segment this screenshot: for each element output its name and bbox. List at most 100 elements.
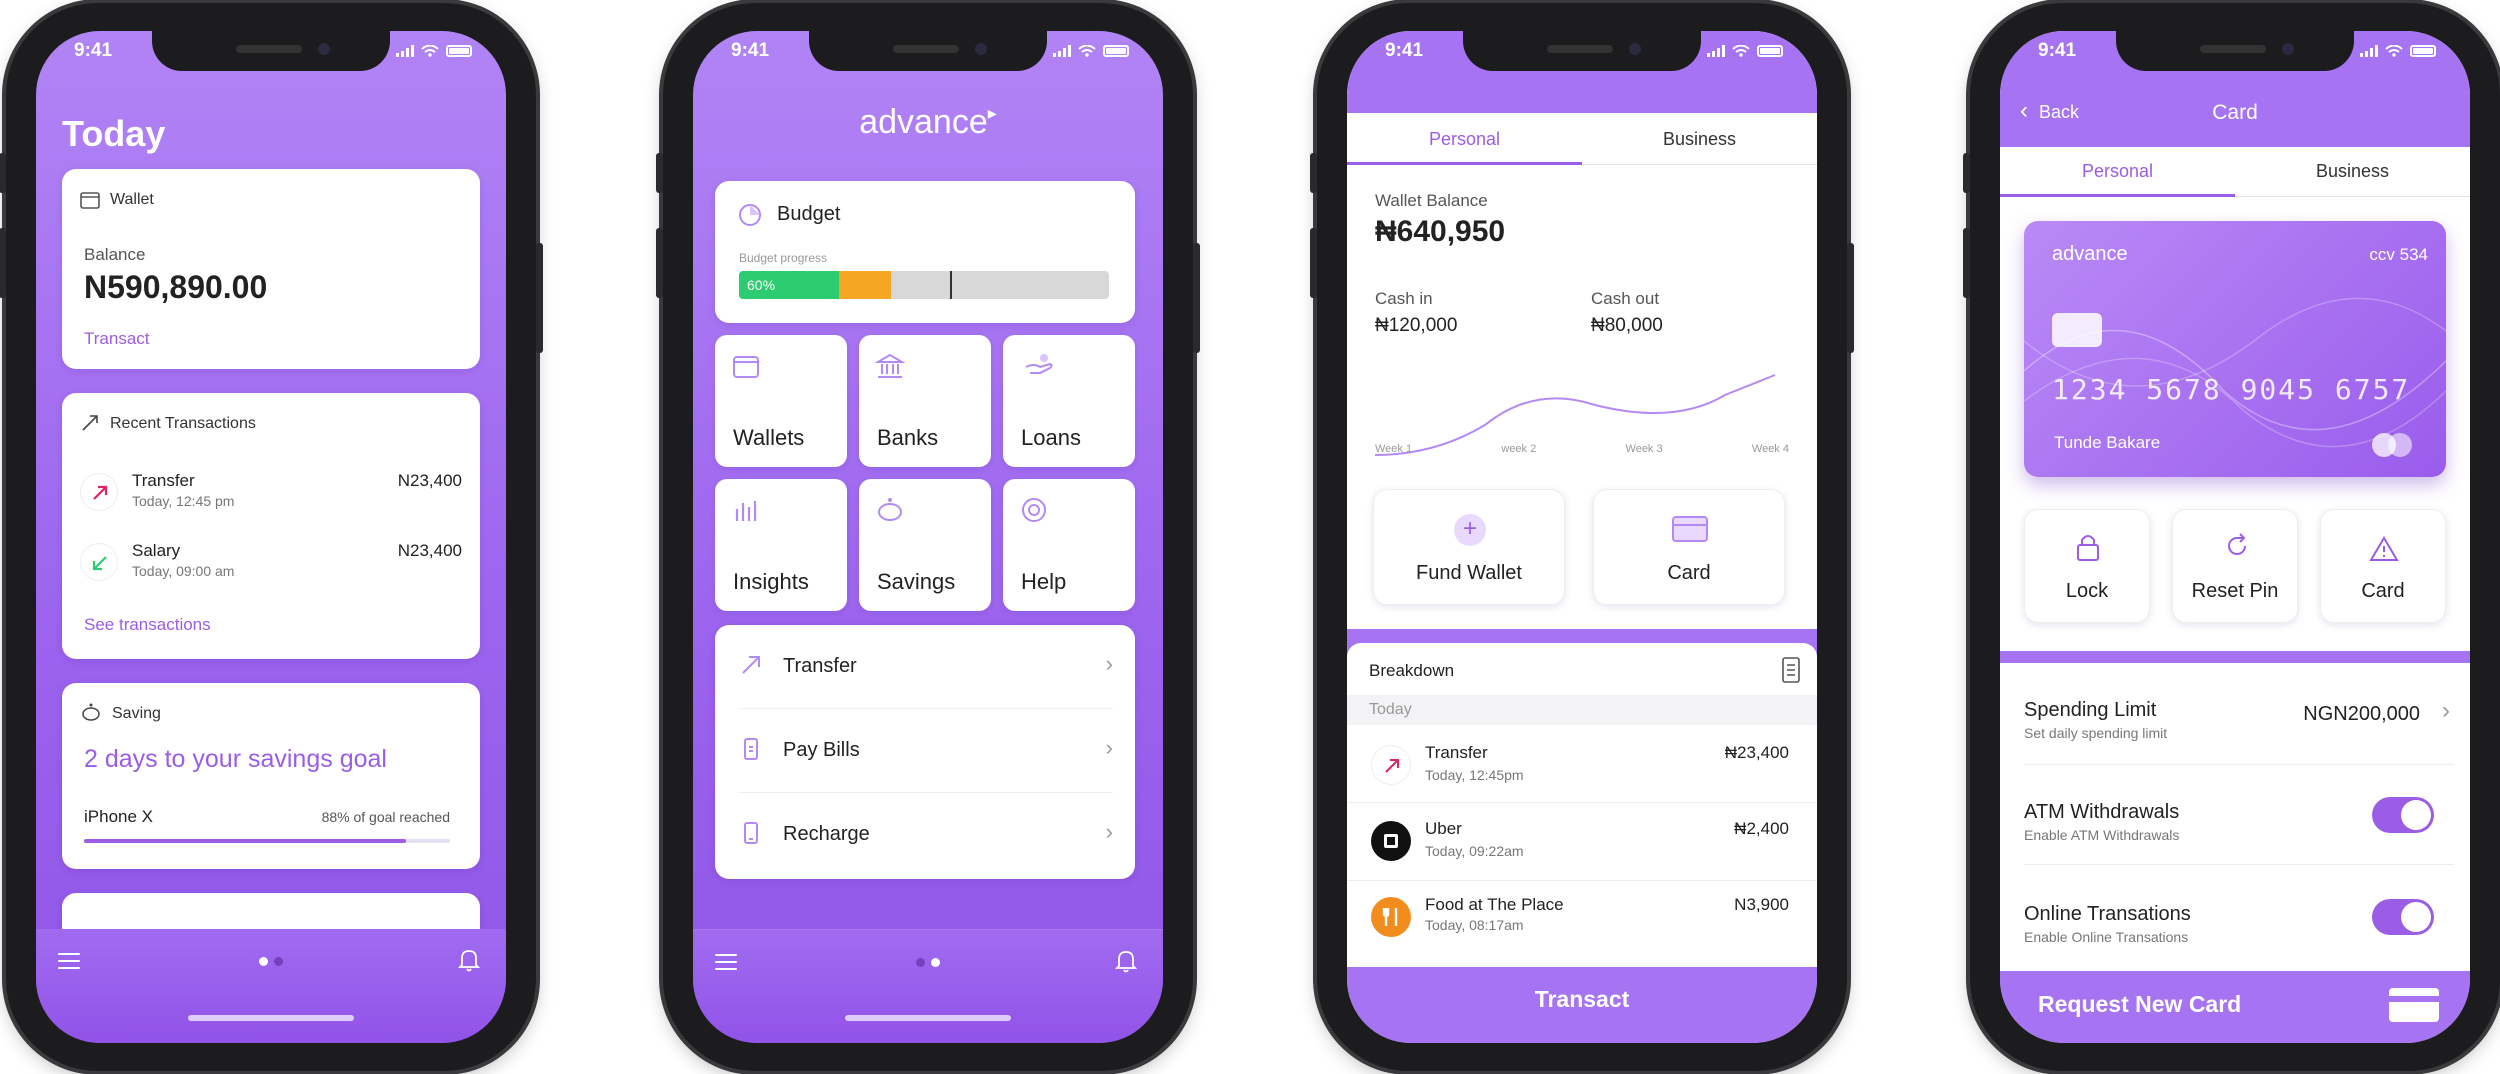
setting-title: ATM Withdrawals — [2024, 801, 2180, 823]
warning-icon — [2369, 536, 2399, 561]
uber-logo-icon — [1371, 821, 1411, 861]
transact-button[interactable]: Transact — [1347, 977, 1817, 1043]
battery-icon — [1757, 45, 1783, 57]
tile-label: Wallets — [733, 425, 805, 450]
phone-today: 9:41 Today Wallet Balance N590,890.00 Tr… — [0, 3, 543, 1071]
tile-wallets[interactable]: Wallets — [715, 335, 847, 467]
bell-icon[interactable] — [458, 947, 480, 973]
transaction-amount: N3,900 — [1734, 895, 1789, 914]
status-time: 9:41 — [2038, 40, 2077, 61]
transfer-arrows-icon — [82, 415, 98, 431]
tile-banks[interactable]: Banks — [859, 335, 991, 467]
breakdown-panel: Breakdown Today Transfer Today, 12:45pm … — [1347, 629, 1817, 1043]
budget-progress-label: Budget progress — [739, 251, 828, 265]
tile-savings[interactable]: Savings — [859, 479, 991, 611]
battery-icon — [1103, 45, 1129, 57]
button-label: Reset Pin — [2191, 580, 2279, 602]
bell-icon[interactable] — [1115, 948, 1137, 974]
transaction-time: Today, 09:22am — [1425, 843, 1524, 859]
menu-icon[interactable] — [58, 953, 80, 974]
button-label: Fund Wallet — [1416, 562, 1522, 584]
setting-subtitle: Set daily spending limit — [2024, 725, 2168, 741]
wifi-icon — [1078, 45, 1096, 57]
arrow-up-right-icon — [742, 656, 760, 674]
menu-label: Transfer — [783, 655, 857, 677]
budget-title: Budget — [777, 203, 841, 225]
setting-title: Online Transations — [2024, 903, 2191, 925]
credit-card-icon — [2389, 988, 2439, 1022]
bank-icon — [875, 353, 905, 378]
week-label: week 2 — [1501, 443, 1537, 455]
wallet-balance-label: Wallet Balance — [1375, 191, 1488, 210]
week-label: Week 4 — [1751, 443, 1789, 455]
tab-business[interactable]: Business — [1582, 113, 1817, 165]
tab-label: Personal — [1428, 129, 1501, 149]
transact-link[interactable]: Transact — [84, 329, 150, 349]
pie-chart-icon — [739, 204, 761, 226]
mastercard-logo-icon — [2372, 433, 2416, 457]
budget-card[interactable]: Budget Budget progress 60% — [715, 181, 1135, 323]
status-time: 9:41 — [74, 40, 113, 61]
screen-title: Card — [2212, 101, 2258, 124]
transaction-row[interactable]: Salary Today, 09:00 am N23,400 — [80, 537, 462, 587]
button-label: Card — [2361, 580, 2405, 602]
transaction-row[interactable]: Uber Today, 09:22am ₦2,400 — [1347, 803, 1817, 881]
transaction-row[interactable]: Food at The Place Today, 08:17am N3,900 — [1347, 881, 1817, 959]
card-button[interactable]: Card — [1593, 489, 1785, 605]
tile-label: Insights — [733, 569, 809, 594]
cash-out-value: ₦80,000 — [1591, 315, 1663, 336]
saving-card[interactable]: Saving 2 days to your savings goal iPhon… — [62, 683, 480, 869]
tab-personal[interactable]: Personal — [1347, 113, 1582, 165]
chevron-right-icon: › — [1105, 735, 1113, 760]
tab-label: Business — [2315, 161, 2390, 181]
see-transactions-link[interactable]: See transactions — [84, 615, 211, 635]
battery-icon — [446, 45, 472, 57]
menu-icon[interactable] — [715, 954, 737, 975]
piggy-bank-icon — [82, 703, 100, 721]
setting-subtitle: Enable Online Transations — [2024, 929, 2189, 945]
battery-icon — [2410, 45, 2436, 57]
budget-percent: 60% — [747, 277, 776, 293]
screen-today: 9:41 Today Wallet Balance N590,890.00 Tr… — [36, 31, 506, 1043]
section-divider — [2000, 651, 2470, 663]
card-report-button[interactable]: Card — [2320, 509, 2446, 623]
menu-item-recharge[interactable]: Recharge › — [739, 793, 1113, 877]
setting-subtitle: Enable ATM Withdrawals — [2024, 827, 2180, 843]
wallet-label: Wallet — [110, 191, 154, 208]
week-label: Week 1 — [1375, 443, 1413, 455]
online-transactions-toggle[interactable] — [2372, 899, 2434, 935]
fund-wallet-button[interactable]: + Fund Wallet — [1373, 489, 1565, 605]
wallet-card[interactable]: Wallet Balance N590,890.00 Transact — [62, 169, 480, 369]
arrow-up-right-icon — [80, 473, 118, 511]
tile-label: Banks — [877, 425, 939, 450]
tile-loans[interactable]: Loans — [1003, 335, 1135, 467]
spending-limit-row[interactable]: Spending Limit Set daily spending limit … — [2024, 663, 2454, 765]
tile-label: Help — [1021, 569, 1067, 594]
lock-icon — [2077, 535, 2099, 561]
receipt-icon[interactable] — [1781, 657, 1801, 683]
tab-business[interactable]: Business — [2235, 147, 2470, 197]
card-ccv: ccv 534 — [2369, 245, 2428, 264]
tile-insights[interactable]: Insights — [715, 479, 847, 611]
phone-dashboard: 9:41 advance▸ Budget Budget progress 60% — [656, 3, 1200, 1071]
virtual-card[interactable]: advance ccv 534 1234 5678 9045 6757 Tund… — [2024, 221, 2446, 477]
lock-button[interactable]: Lock — [2024, 509, 2150, 623]
transaction-name: Uber — [1425, 819, 1462, 838]
plus-icon: + — [1454, 514, 1486, 546]
tile-help[interactable]: Help — [1003, 479, 1135, 611]
arrow-down-left-icon — [80, 543, 118, 581]
menu-item-transfer[interactable]: Transfer › — [739, 625, 1113, 709]
signal-icon — [1707, 45, 1725, 57]
status-time: 9:41 — [1385, 40, 1424, 61]
request-new-card-button[interactable]: Request New Card — [2000, 971, 2470, 1043]
atm-withdrawals-toggle[interactable] — [2372, 797, 2434, 833]
menu-item-pay-bills[interactable]: Pay Bills › — [739, 709, 1113, 793]
recent-title: Recent Transactions — [110, 415, 256, 432]
cash-out-label: Cash out — [1591, 289, 1660, 308]
tab-personal[interactable]: Personal — [2000, 147, 2235, 197]
transaction-row[interactable]: Transfer Today, 12:45 pm N23,400 — [80, 467, 462, 517]
transaction-row[interactable]: Transfer Today, 12:45pm ₦23,400 — [1347, 725, 1817, 803]
transaction-time: Today, 12:45 pm — [132, 493, 235, 509]
reset-pin-button[interactable]: Reset Pin — [2172, 509, 2298, 623]
recent-transactions-card: Recent Transactions Transfer Today, 12:4… — [62, 393, 480, 659]
